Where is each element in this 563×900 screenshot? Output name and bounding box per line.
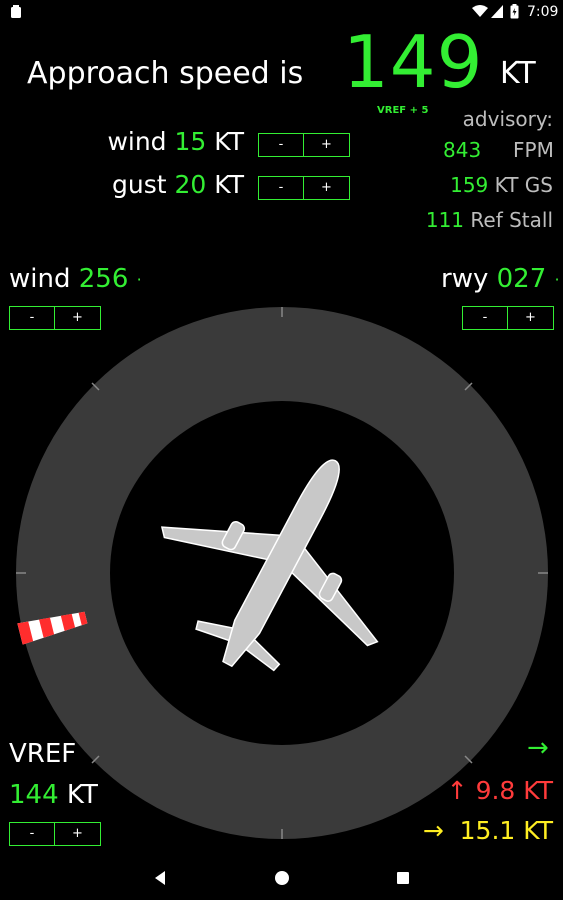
runway-value: 027 <box>496 264 547 294</box>
wind-component-arrow-icon: → <box>527 733 549 763</box>
gust-stepper: - + <box>258 176 350 200</box>
gust-decrease-button[interactable]: - <box>258 176 304 200</box>
wind-direction-row: wind 256 · <box>9 264 142 294</box>
runway-row: rwy 027 · <box>441 264 560 294</box>
home-icon[interactable] <box>274 870 290 886</box>
vref-unit: KT <box>66 780 98 810</box>
battery-icon <box>510 4 519 19</box>
gust-label: gust <box>112 170 167 199</box>
back-icon[interactable] <box>152 870 168 886</box>
wind-speed-value: 15 <box>174 127 207 156</box>
wifi-icon <box>472 5 488 17</box>
fpm-value: 843 <box>443 138 482 162</box>
wind-speed-increase-button[interactable]: + <box>304 133 350 157</box>
advisory-fpm: 843 FPM <box>443 138 555 162</box>
navigation-bar <box>0 856 563 900</box>
groundspeed-value: 159 <box>450 173 489 197</box>
signal-icon <box>491 5 503 18</box>
advisory-groundspeed: 159 KT GS <box>450 173 553 197</box>
ref-stall-value: 111 <box>425 208 465 232</box>
vref-decrease-button[interactable]: - <box>9 822 55 846</box>
wind-dial[interactable] <box>0 300 563 850</box>
vref-value: 144 <box>9 780 59 810</box>
vref-additive-note: VREF + 5 <box>377 105 429 116</box>
vref-stepper: - + <box>9 822 101 846</box>
runway-label: rwy <box>441 264 489 294</box>
approach-speed-title: Approach speed is <box>27 56 304 91</box>
crosswind-component: → 15.1 KT <box>422 816 553 845</box>
headwind-component: ↑ 9.8 KT <box>446 776 553 805</box>
wind-speed-row: wind 15 KT <box>40 127 244 156</box>
gust-value: 20 <box>174 170 207 199</box>
approach-speed-value: 149 <box>343 20 484 104</box>
advisory-ref-stall: 111 Ref Stall <box>426 208 553 232</box>
fpm-unit: FPM <box>513 138 554 162</box>
vref-increase-button[interactable]: + <box>55 822 101 846</box>
wind-direction-label: wind <box>9 264 71 294</box>
wind-speed-decrease-button[interactable]: - <box>258 133 304 157</box>
wind-direction-degree: · <box>136 270 142 289</box>
recents-icon[interactable] <box>395 870 411 886</box>
groundspeed-unit: KT GS <box>494 173 553 197</box>
runway-degree: · <box>554 270 560 289</box>
wind-speed-stepper: - + <box>258 133 350 157</box>
gust-unit: KT <box>214 170 244 199</box>
wind-direction-value: 256 <box>78 264 129 294</box>
gust-increase-button[interactable]: + <box>304 176 350 200</box>
wind-speed-label: wind <box>107 127 167 156</box>
approach-speed-unit: KT <box>500 56 536 91</box>
notification-icon <box>11 5 21 18</box>
gust-row: gust 20 KT <box>40 170 244 199</box>
ref-stall-unit: Ref Stall <box>470 208 553 232</box>
vref-row: 144 KT <box>9 780 98 810</box>
wind-speed-unit: KT <box>214 127 244 156</box>
clock: 7:09 <box>527 4 559 20</box>
vref-label: VREF <box>9 739 77 769</box>
advisory-label: advisory: <box>462 107 553 131</box>
